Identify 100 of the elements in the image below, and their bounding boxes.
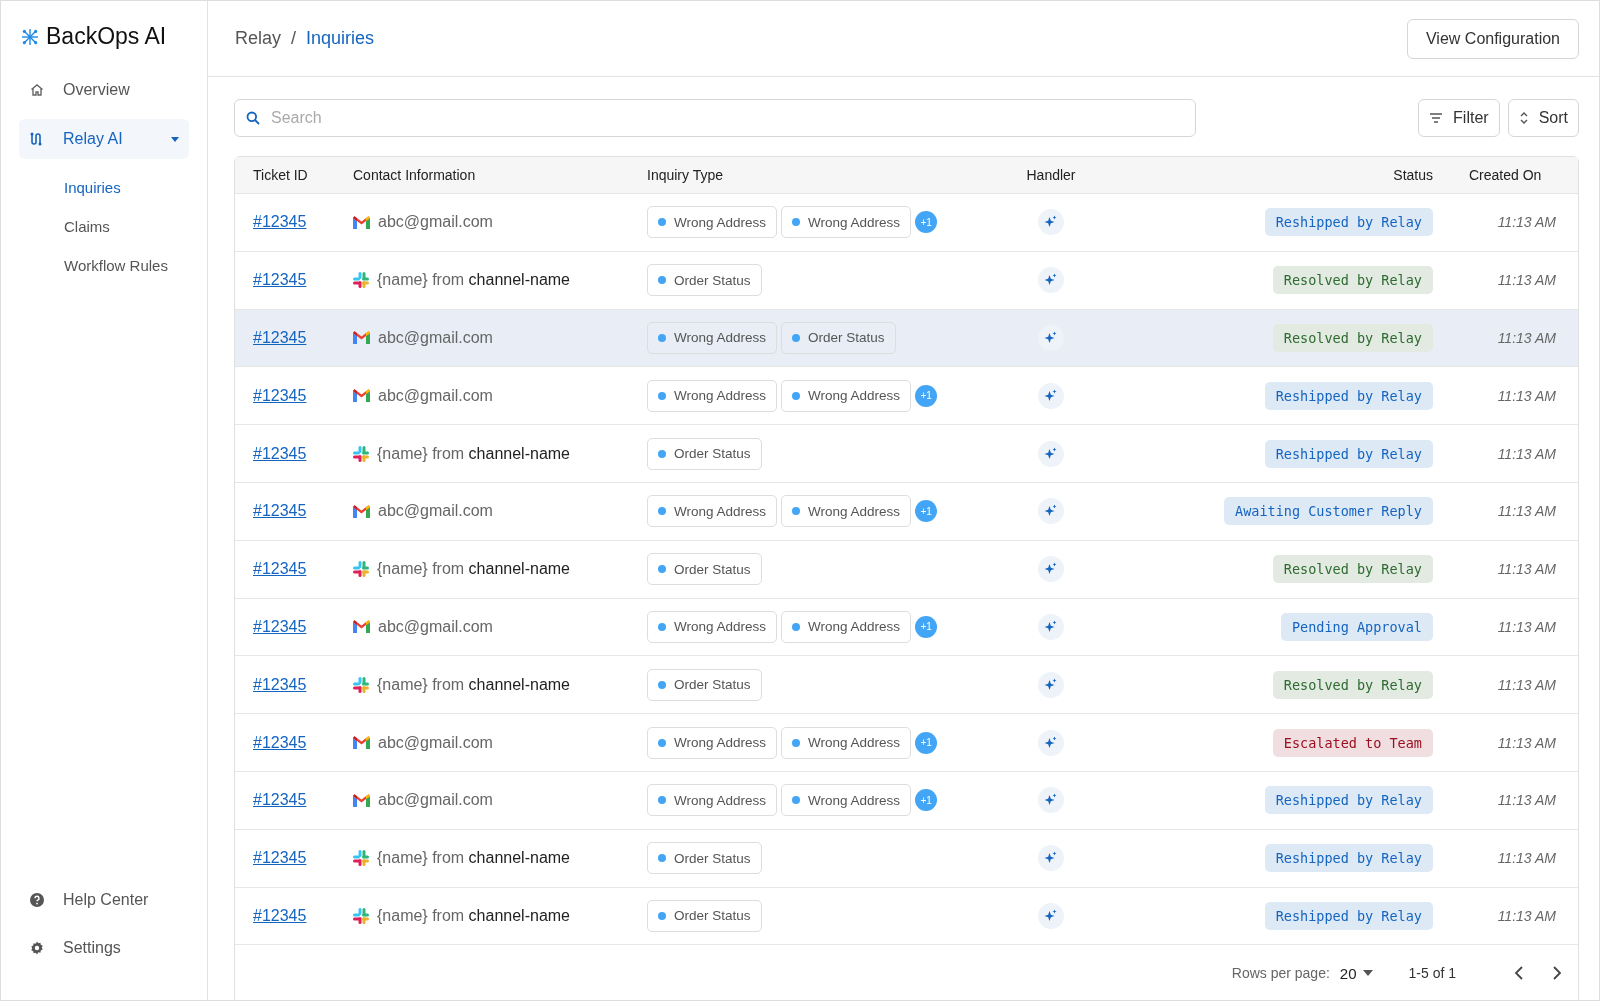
filter-button[interactable]: Filter bbox=[1418, 99, 1500, 137]
inquiry-tag: Order Status bbox=[647, 437, 762, 470]
breadcrumb-separator: / bbox=[291, 28, 297, 49]
rows-per-page-label: Rows per page: bbox=[1231, 965, 1330, 982]
nav-item[interactable]: Settings bbox=[19, 928, 189, 968]
inquiry-tag: Order Status bbox=[647, 264, 762, 297]
sparkle-icon bbox=[1038, 382, 1064, 409]
table-row[interactable]: #12345 {name} from channel-name Order Status Resolved by Relay 11:13 AM bbox=[235, 540, 1578, 599]
search-field[interactable]: Search bbox=[234, 99, 1196, 137]
nav-subitem[interactable]: Workflow Rules bbox=[19, 246, 189, 285]
table-row[interactable]: #12345 {name} from channel-name Order Status Resolved by Relay 11:13 AM bbox=[235, 251, 1578, 310]
table-row[interactable]: #12345 abc@gmail.com Wrong Address Wrong Address +1 Pending Approval 11:13 AM bbox=[235, 598, 1578, 657]
sparkle-icon bbox=[1038, 498, 1064, 525]
caret-icon bbox=[171, 136, 179, 142]
nav-subitem[interactable]: Inquiries bbox=[19, 168, 189, 207]
more-count-badge: +1 bbox=[915, 615, 938, 638]
table-row[interactable]: #12345 abc@gmail.com Wrong Address Wrong Address +1 Awaiting Customer Reply 11:13 AM bbox=[235, 483, 1578, 541]
breadcrumb-item[interactable]: Relay bbox=[235, 28, 282, 49]
column-header: Created On bbox=[1469, 167, 1542, 183]
status-badge: Awaiting Customer Reply bbox=[1224, 497, 1433, 526]
table-row[interactable]: #12345 {name} from channel-name Order Status Resolved by Relay 11:13 AM bbox=[235, 656, 1578, 715]
mail-m-icon bbox=[353, 389, 370, 403]
ticket-link[interactable]: #12345 bbox=[253, 329, 307, 347]
inquiry-tag: Wrong Address bbox=[647, 379, 778, 412]
status-badge: Resolved by Relay bbox=[1272, 555, 1433, 584]
sparkle-icon bbox=[1038, 440, 1064, 467]
table-row[interactable]: #12345 {name} from channel-name Order Status Reshipped by Relay 11:13 AM bbox=[235, 425, 1578, 483]
ticket-link[interactable]: #12345 bbox=[253, 733, 307, 752]
ticket-link[interactable]: #12345 bbox=[253, 791, 307, 810]
created-time: 11:13 AM bbox=[1497, 618, 1556, 635]
sparkle-icon bbox=[1038, 729, 1064, 756]
created-time: 11:13 AM bbox=[1497, 850, 1556, 867]
table-row[interactable]: #12345 abc@gmail.com Wrong Address Order Status Resolved by Relay 11:13 AM bbox=[235, 309, 1578, 368]
more-count-badge: +1 bbox=[915, 384, 938, 407]
nav-item[interactable]: Relay AI bbox=[19, 119, 189, 159]
sparkle-icon bbox=[1038, 613, 1064, 640]
inquiry-tag: Wrong Address bbox=[647, 726, 778, 759]
ticket-link[interactable]: #12345 bbox=[253, 213, 307, 232]
table-row[interactable]: #12345 {name} from channel-name Order Status Reshipped by Relay 11:13 AM bbox=[235, 887, 1578, 946]
hash-grid-icon bbox=[353, 907, 369, 924]
column-header: Contact Information bbox=[353, 167, 476, 183]
contact-text: {name} from channel-name bbox=[377, 444, 570, 463]
ticket-link[interactable]: #12345 bbox=[253, 560, 307, 579]
inquiry-tag: Wrong Address bbox=[647, 495, 778, 528]
mail-m-icon bbox=[353, 793, 370, 807]
caret-icon bbox=[1362, 970, 1373, 977]
sparkle-icon bbox=[1038, 267, 1064, 294]
inquiry-tag: Wrong Address bbox=[647, 610, 778, 643]
contact-text: abc@gmail.com bbox=[378, 386, 493, 405]
ticket-link[interactable]: #12345 bbox=[253, 444, 307, 463]
nav-item[interactable]: Overview bbox=[19, 70, 189, 110]
ticket-link[interactable]: #12345 bbox=[253, 849, 307, 868]
contact-text: abc@gmail.com bbox=[378, 791, 493, 810]
ticket-link[interactable]: #12345 bbox=[253, 271, 307, 290]
ticket-link[interactable]: #12345 bbox=[253, 675, 307, 694]
ticket-link[interactable]: #12345 bbox=[253, 386, 307, 405]
table-row[interactable]: #12345 abc@gmail.com Wrong Address Wrong Address +1 Escalated to Team 11:13 AM bbox=[235, 714, 1578, 772]
status-badge: Reshipped by Relay bbox=[1264, 844, 1433, 873]
hash-grid-icon bbox=[353, 676, 369, 693]
search-icon bbox=[246, 111, 260, 125]
rows-per-page-select[interactable]: 20 bbox=[1339, 964, 1373, 982]
created-time: 11:13 AM bbox=[1497, 907, 1556, 924]
inquiry-tag: Order Status bbox=[781, 322, 896, 354]
created-time: 11:13 AM bbox=[1497, 387, 1556, 404]
view-configuration-button[interactable]: View Configuration bbox=[1407, 18, 1579, 59]
contact-text: abc@gmail.com bbox=[378, 213, 493, 232]
contact-text: {name} from channel-name bbox=[377, 849, 570, 868]
more-count-badge: +1 bbox=[915, 731, 938, 754]
table-row[interactable]: #12345 {name} from channel-name Order Status Reshipped by Relay 11:13 AM bbox=[235, 829, 1578, 888]
contact-text: abc@gmail.com bbox=[378, 502, 493, 521]
hash-grid-icon bbox=[353, 445, 369, 462]
sparkle-icon bbox=[1038, 787, 1064, 814]
asterisk-logo-icon bbox=[20, 26, 40, 47]
status-badge: Reshipped by Relay bbox=[1264, 208, 1433, 237]
breadcrumb-item[interactable]: Inquiries bbox=[306, 28, 375, 49]
status-badge: Reshipped by Relay bbox=[1264, 901, 1433, 930]
filter-icon bbox=[1429, 112, 1444, 124]
ticket-link[interactable]: #12345 bbox=[253, 617, 307, 636]
nav-subitem[interactable]: Claims bbox=[19, 207, 189, 246]
status-badge: Resolved by Relay bbox=[1272, 266, 1433, 295]
inquiry-tag: Order Status bbox=[647, 842, 762, 875]
brand-name: BackOps AI bbox=[46, 23, 167, 50]
table-row[interactable]: #12345 abc@gmail.com Wrong Address Wrong Address +1 Reshipped by Relay 11:13 AM bbox=[235, 771, 1578, 830]
mail-m-icon bbox=[353, 504, 370, 518]
hash-grid-icon bbox=[353, 272, 369, 289]
ticket-link[interactable]: #12345 bbox=[253, 906, 307, 925]
inquiry-tag: Wrong Address bbox=[781, 726, 912, 759]
contact-text: {name} from channel-name bbox=[377, 906, 570, 925]
ticket-link[interactable]: #12345 bbox=[253, 502, 307, 521]
table-row[interactable]: #12345 abc@gmail.com Wrong Address Wrong Address +1 Reshipped by Relay 11:13 AM bbox=[235, 367, 1578, 426]
status-badge: Resolved by Relay bbox=[1272, 670, 1433, 699]
table-row[interactable]: #12345 abc@gmail.com Wrong Address Wrong Address +1 Reshipped by Relay 11:13 AM bbox=[235, 194, 1578, 252]
contact-text: abc@gmail.com bbox=[378, 617, 493, 636]
more-count-badge: +1 bbox=[915, 211, 938, 234]
nav-item[interactable]: Help Center bbox=[19, 880, 189, 920]
sparkle-icon bbox=[1038, 209, 1064, 236]
status-badge: Resolved by Relay bbox=[1272, 324, 1433, 352]
status-badge: Reshipped by Relay bbox=[1264, 381, 1433, 410]
mail-m-icon bbox=[353, 215, 370, 229]
sort-button[interactable]: Sort bbox=[1507, 99, 1579, 137]
